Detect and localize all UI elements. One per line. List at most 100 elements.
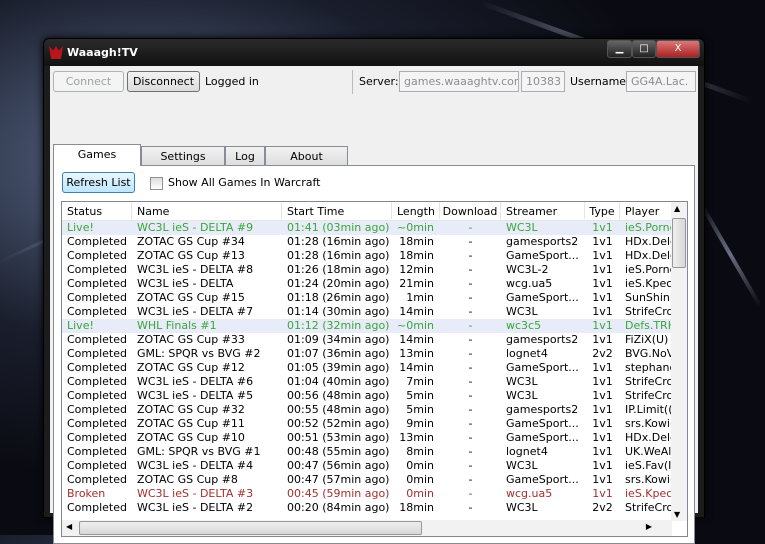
table-row[interactable]: Completed ZOTAC GS Cup #13 01:28 (16min ag… (62, 249, 672, 263)
table-row[interactable]: Completed WC3L ieS - DELTA #4 00:47 (56min… (62, 459, 672, 473)
cell-streamer: WC3L (506, 459, 538, 472)
cell-streamer: WC3L (506, 501, 538, 514)
cell-length: 13min (399, 347, 434, 360)
cell-length: 14min (399, 361, 434, 374)
cell-download: - (468, 403, 473, 416)
tab-settings[interactable]: Settings (141, 146, 225, 166)
cell-name: ZOTAC GS Cup #13 (137, 249, 245, 262)
cell-start-time: 01:05 (39min ago) (287, 361, 390, 374)
table-row[interactable]: Completed ZOTAC GS Cup #34 01:28 (16min ag… (62, 235, 672, 249)
show-all-checkbox[interactable] (150, 177, 163, 190)
table-row[interactable]: Completed ZOTAC GS Cup #11 00:52 (52min ag… (62, 417, 672, 431)
table-row[interactable]: Completed ZOTAC GS Cup #33 01:09 (34min ag… (62, 333, 672, 347)
table-row[interactable]: Completed ZOTAC GS Cup #32 00:55 (48min ag… (62, 403, 672, 417)
column-header-name[interactable]: Name (132, 202, 282, 219)
table-row[interactable]: Completed WC3L ieS - DELTA #8 01:26 (18min… (62, 263, 672, 277)
cell-start-time: 00:52 (52min ago) (287, 417, 390, 430)
table-row[interactable]: Completed ZOTAC GS Cup #15 01:18 (26min ag… (62, 291, 672, 305)
cell-type: 1v1 (592, 473, 613, 486)
cell-streamer: wcg.ua5 (506, 487, 553, 500)
cell-streamer: gamesports2 (506, 235, 579, 248)
cell-status: Completed (67, 347, 127, 360)
close-button[interactable]: X (656, 40, 700, 58)
table-row[interactable]: Completed WC3L ieS - DELTA #6 01:04 (40min… (62, 375, 672, 389)
minimize-button[interactable]: ▁ (607, 40, 632, 58)
cell-type: 1v1 (592, 221, 613, 234)
table-row[interactable]: Live! WC3L ieS - DELTA #9 01:41 (03min ago… (62, 221, 672, 235)
scroll-down-icon[interactable]: ▼ (674, 510, 680, 519)
vertical-scrollbar[interactable]: ▲ ▼ (671, 202, 687, 521)
table-header: Status Name Start Time Length Download Stream… (62, 202, 672, 221)
table-row[interactable]: Completed WC3L ieS - DELTA #2 00:20 (84min… (62, 501, 672, 515)
table-row[interactable]: Completed ZOTAC GS Cup #8 00:47 (57min ago… (62, 473, 672, 487)
vertical-scroll-thumb[interactable] (672, 218, 686, 268)
cell-streamer: WC3L (506, 389, 538, 402)
show-all-label[interactable]: Show All Games In Warcraft (168, 172, 321, 193)
table-row[interactable]: Completed WC3L ieS - DELTA 01:24 (20min ag… (62, 277, 672, 291)
table-row[interactable]: Live! WHL Finals #1 01:12 (32min ago) ~0min… (62, 319, 672, 333)
cell-download: - (468, 263, 473, 276)
tab-games[interactable]: Games (53, 144, 141, 166)
table-row[interactable]: Completed ZOTAC GS Cup #12 01:05 (39min ag… (62, 361, 672, 375)
cell-download: - (468, 487, 473, 500)
cell-name: WC3L ieS - DELTA #2 (137, 501, 254, 514)
cell-download: - (468, 375, 473, 388)
server-input[interactable]: games.waaaghtv.com (399, 71, 519, 92)
cell-type: 1v1 (592, 403, 613, 416)
table-row[interactable]: Completed WC3L ieS - DELTA #5 00:56 (48min… (62, 389, 672, 403)
refresh-list-button[interactable]: Refresh List (62, 172, 135, 193)
cell-name: ZOTAC GS Cup #34 (137, 235, 245, 248)
cell-streamer: wcg.ua5 (506, 277, 553, 290)
table-row[interactable]: Broken WC3L ieS - DELTA #3 00:45 (59min ag… (62, 487, 672, 501)
column-header-player[interactable]: Player (620, 202, 672, 219)
cell-download: - (468, 347, 473, 360)
cell-streamer: WC3L (506, 375, 538, 388)
cell-download: - (468, 305, 473, 318)
table-row[interactable]: Completed GML: SPQR vs BVG #2 01:07 (36min… (62, 347, 672, 361)
title-bar[interactable]: Waaagh!TV ▁ □ X (44, 39, 704, 66)
cell-name: WC3L ieS - DELTA #8 (137, 263, 254, 276)
column-header-download[interactable]: Download (440, 202, 501, 219)
cell-player: stephanc (625, 361, 672, 374)
cell-start-time: 01:14 (30min ago) (287, 305, 390, 318)
port-input[interactable]: 10383 (521, 71, 565, 92)
username-input[interactable]: GG4A.Lac. (626, 71, 696, 92)
cell-type: 1v1 (592, 431, 613, 444)
cell-start-time: 01:18 (26min ago) (287, 291, 390, 304)
cell-status: Completed (67, 361, 127, 374)
cell-type: 1v1 (592, 333, 613, 346)
cell-streamer: WC3L-2 (506, 263, 549, 276)
cell-streamer: WC3L (506, 305, 538, 318)
cell-start-time: 00:20 (84min ago) (287, 501, 390, 514)
tab-log[interactable]: Log (225, 146, 265, 166)
column-header-length[interactable]: Length (392, 202, 440, 219)
cell-status: Completed (67, 389, 127, 402)
cell-status: Completed (67, 501, 127, 514)
horizontal-scrollbar[interactable]: ◀ ▶ (62, 520, 672, 536)
tab-about[interactable]: About (265, 146, 348, 166)
column-header-status[interactable]: Status (62, 202, 132, 219)
table-row[interactable]: Completed GML: SPQR vs BVG #1 00:48 (55min… (62, 445, 672, 459)
cell-download: - (468, 277, 473, 290)
table-row[interactable]: Completed WC3L ieS - DELTA #7 01:14 (30min… (62, 305, 672, 319)
cell-status: Completed (67, 277, 127, 290)
cell-type: 1v1 (592, 361, 613, 374)
cell-start-time: 00:47 (56min ago) (287, 459, 390, 472)
column-header-streamer[interactable]: Streamer (501, 202, 585, 219)
window-title: Waaagh!TV (67, 46, 138, 59)
scroll-right-icon[interactable]: ▶ (646, 522, 652, 531)
cell-player: ieS.Fav(I (625, 459, 672, 472)
cell-start-time: 01:09 (34min ago) (287, 333, 390, 346)
maximize-button[interactable]: □ (632, 40, 656, 58)
disconnect-button[interactable]: Disconnect (127, 71, 200, 92)
cell-name: WC3L ieS - DELTA (137, 277, 234, 290)
cell-status: Completed (67, 431, 127, 444)
table-row[interactable]: Completed ZOTAC GS Cup #10 00:51 (53min ag… (62, 431, 672, 445)
scroll-left-icon[interactable]: ◀ (66, 522, 72, 531)
cell-length: 5min (406, 403, 434, 416)
horizontal-scroll-thumb[interactable] (79, 521, 422, 535)
connect-button[interactable]: Connect (53, 71, 124, 92)
column-header-type[interactable]: Type (585, 202, 620, 219)
column-header-start-time[interactable]: Start Time (282, 202, 392, 219)
scroll-up-icon[interactable]: ▲ (674, 204, 680, 213)
